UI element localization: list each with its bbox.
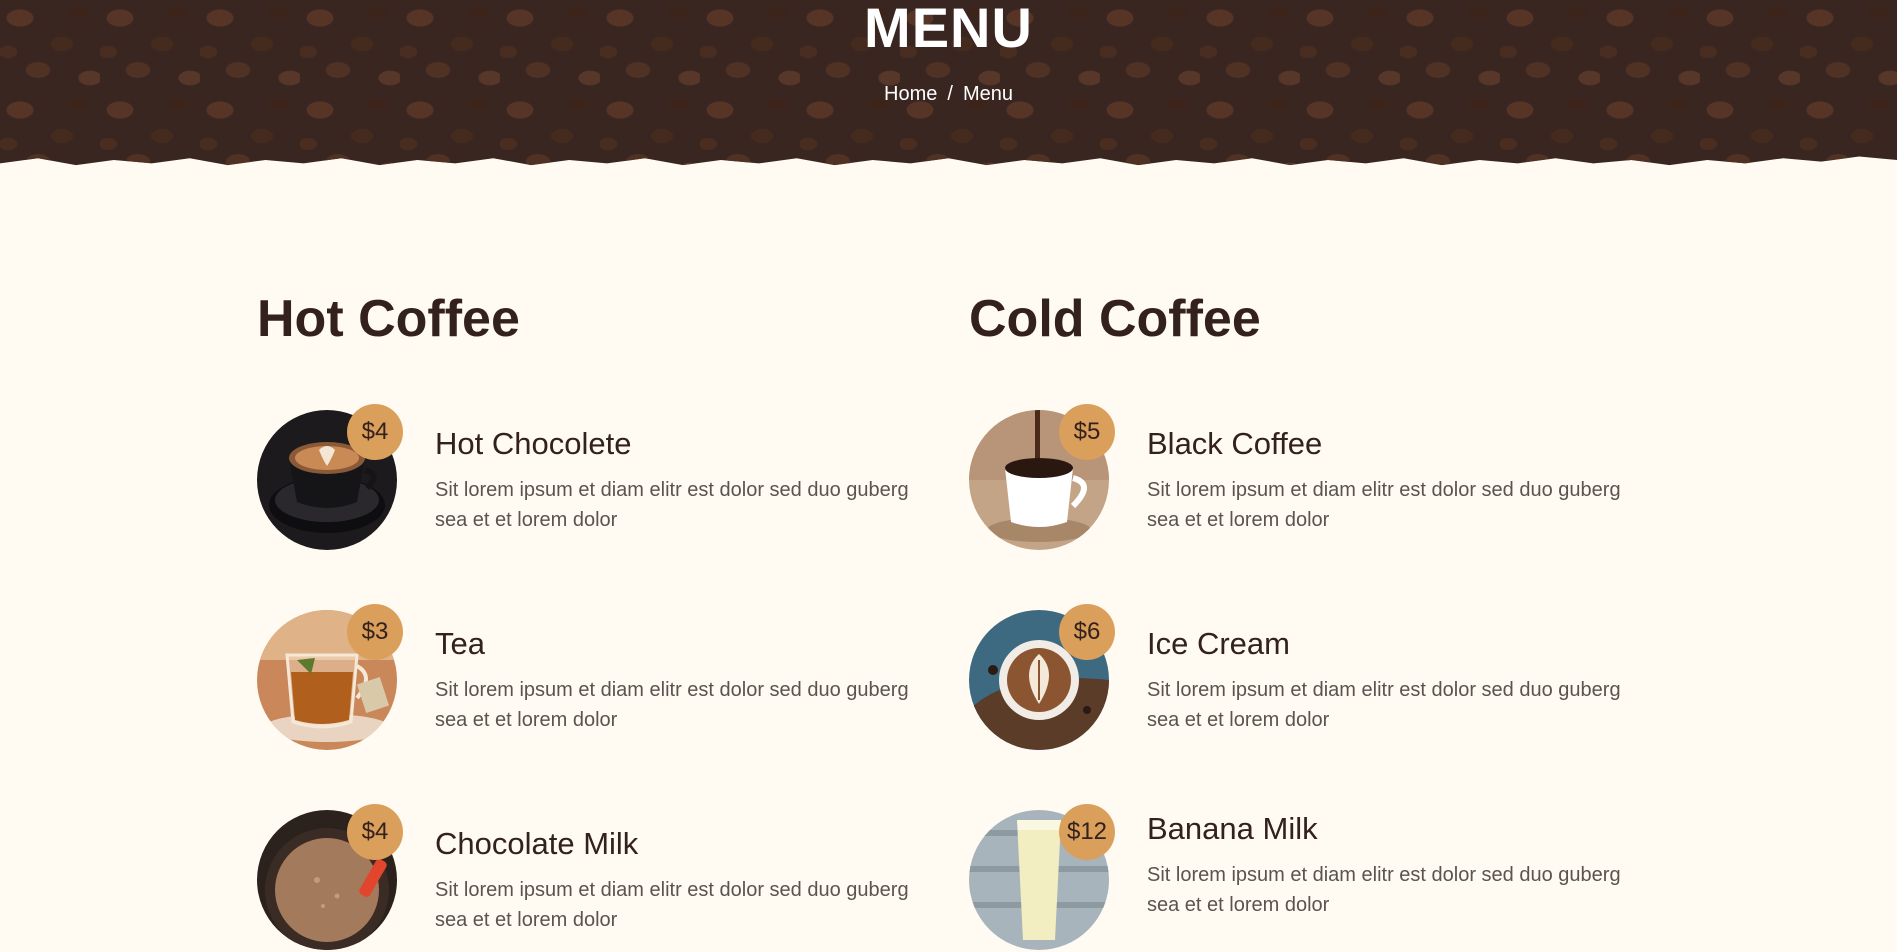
menu-item-name: Chocolate Milk (435, 826, 639, 861)
menu-item-tea: $3 Tea Sit lorem ipsum et diam elitr est… (257, 604, 937, 752)
menu-item-name: Hot Chocolete (435, 426, 632, 461)
price-badge: $12 (1059, 804, 1115, 860)
section-title-cold-coffee: Cold Coffee (969, 290, 1261, 348)
menu-item-description: Sit lorem ipsum et diam elitr est dolor … (1147, 864, 1621, 916)
menu-item-banana-milk: $12 Banana Milk Sit lorem ipsum et diam … (969, 795, 1649, 950)
section-title-hot-coffee: Hot Coffee (257, 290, 520, 348)
price-badge: $5 (1059, 404, 1115, 460)
page-title: MENU (864, 0, 1033, 59)
menu-item-description: Sit lorem ipsum et diam elitr est dolor … (435, 879, 909, 931)
menu-item-black-coffee: $5 Black Coffee Sit lorem ipsum et diam … (969, 404, 1649, 552)
price-badge: $6 (1059, 604, 1115, 660)
cold-coffee-section: Cold Coffee $5 Black Coffee Sit lorem ip… (969, 285, 1649, 950)
breadcrumb-current-menu[interactable]: Menu (963, 83, 1013, 105)
breadcrumb-separator: / (947, 83, 953, 105)
menu-item-description: Sit lorem ipsum et diam elitr est dolor … (435, 679, 909, 731)
menu-item-name: Tea (435, 626, 485, 661)
menu-item-ice-cream: $6 Ice Cream Sit lorem ipsum et diam eli… (969, 604, 1649, 752)
menu-item-description: Sit lorem ipsum et diam elitr est dolor … (1147, 679, 1621, 731)
price-badge: $3 (347, 604, 403, 660)
price-badge: $4 (347, 804, 403, 860)
menu-item-name: Banana Milk (1147, 811, 1318, 846)
menu-item-chocolate-milk: $4 Chocolate Milk Sit lorem ipsum et dia… (257, 804, 937, 952)
breadcrumb: Home / Menu (0, 82, 1897, 106)
price-badge: $4 (347, 404, 403, 460)
menu-item-description: Sit lorem ipsum et diam elitr est dolor … (435, 479, 909, 531)
breadcrumb-home-link[interactable]: Home (884, 83, 937, 105)
menu-item-name: Black Coffee (1147, 426, 1323, 461)
menu-item-hot-chocolete: $4 Hot Chocolete Sit lorem ipsum et diam… (257, 404, 937, 552)
menu-item-description: Sit lorem ipsum et diam elitr est dolor … (1147, 479, 1621, 531)
menu-item-name: Ice Cream (1147, 626, 1290, 661)
hot-coffee-section: Hot Coffee $4 Hot Chocolete Sit lorem ip… (257, 285, 937, 950)
